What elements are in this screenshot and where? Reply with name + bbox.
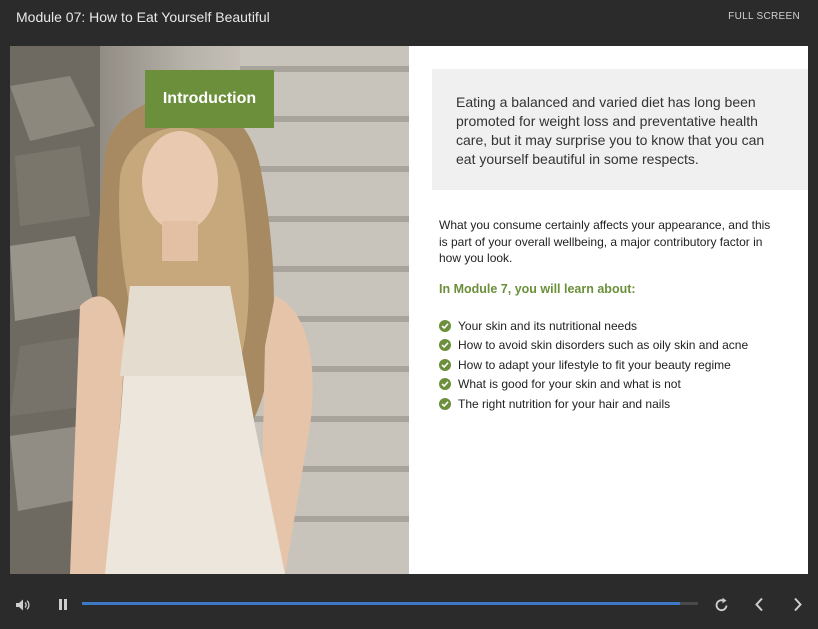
- list-item: Your skin and its nutritional needs: [439, 316, 748, 336]
- replay-icon[interactable]: [715, 597, 729, 617]
- list-item-label: What is good for your skin and what is n…: [458, 377, 681, 392]
- module-title: Module 07: How to Eat Yourself Beautiful: [16, 9, 270, 25]
- fullscreen-button[interactable]: FULL SCREEN: [728, 11, 800, 22]
- check-icon: [439, 358, 451, 371]
- woman-portrait-photo: Introduction: [10, 46, 409, 574]
- seek-bar-progress: [82, 602, 680, 605]
- list-item: The right nutrition for your hair and na…: [439, 394, 748, 414]
- list-item: How to avoid skin disorders such as oily…: [439, 336, 748, 356]
- slide-canvas: Introduction Eating a balanced and varie…: [10, 46, 808, 574]
- list-item-label: How to adapt your lifestyle to fit your …: [458, 357, 731, 372]
- body-paragraph: What you consume certainly affects your …: [439, 218, 771, 265]
- list-item-label: Your skin and its nutritional needs: [458, 318, 638, 333]
- seek-bar[interactable]: [82, 602, 698, 605]
- list-item: What is good for your skin and what is n…: [439, 375, 748, 395]
- intro-quote-box: Eating a balanced and varied diet has lo…: [432, 69, 808, 190]
- check-icon: [439, 378, 451, 391]
- check-icon: [439, 339, 451, 352]
- top-bar: Module 07: How to Eat Yourself Beautiful…: [0, 0, 818, 36]
- player-controls: [0, 586, 818, 629]
- previous-icon[interactable]: [754, 597, 764, 617]
- learn-heading: In Module 7, you will learn about:: [439, 282, 636, 296]
- list-item-label: How to avoid skin disorders such as oily…: [458, 338, 749, 353]
- check-icon: [439, 319, 451, 332]
- list-item: How to adapt your lifestyle to fit your …: [439, 355, 748, 375]
- list-item-label: The right nutrition for your hair and na…: [458, 396, 671, 411]
- next-icon[interactable]: [793, 597, 803, 617]
- learn-list: Your skin and its nutritional needs How …: [439, 316, 748, 414]
- check-icon: [439, 397, 451, 410]
- volume-icon[interactable]: [15, 598, 31, 617]
- intro-quote-text: Eating a balanced and varied diet has lo…: [456, 94, 765, 167]
- introduction-badge: Introduction: [145, 70, 274, 128]
- pause-icon[interactable]: [58, 598, 68, 616]
